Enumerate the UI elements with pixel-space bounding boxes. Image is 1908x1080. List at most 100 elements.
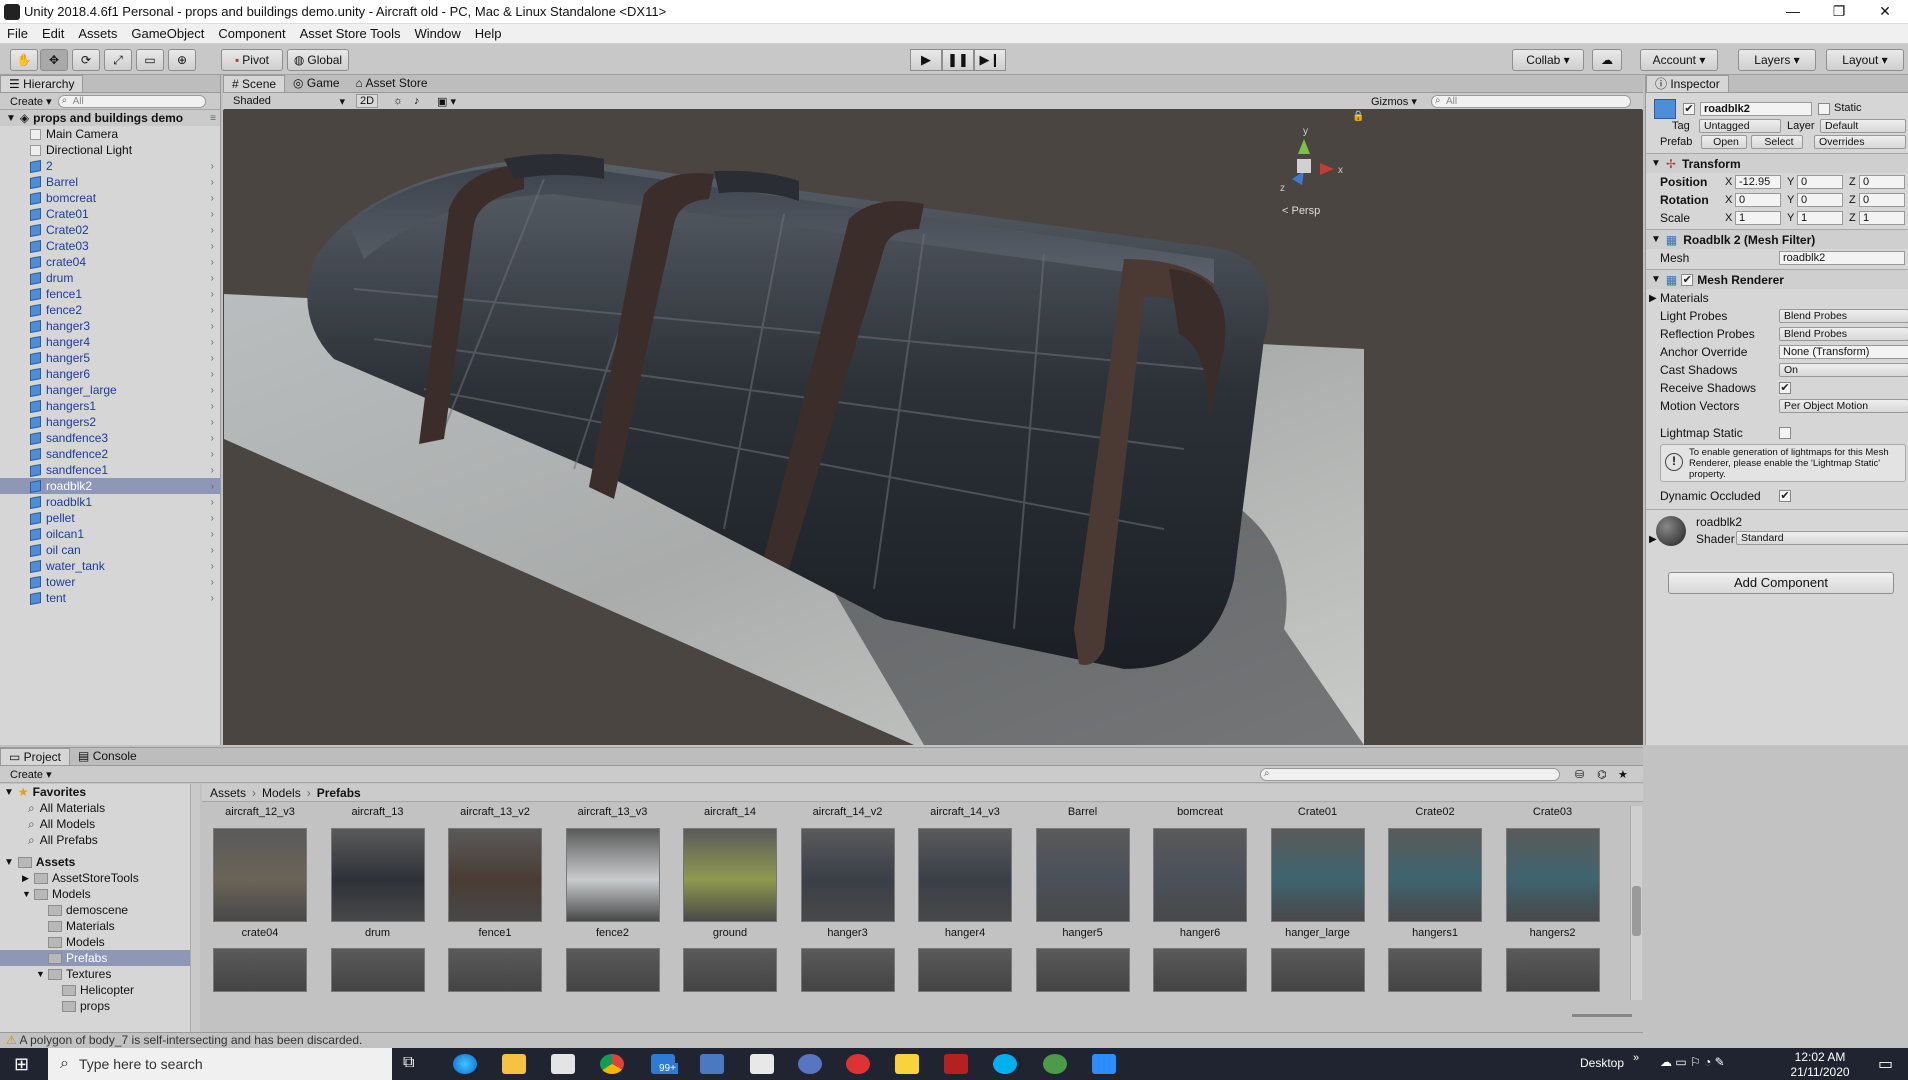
tab-hierarchy[interactable]: ☰ Hierarchy xyxy=(0,75,84,92)
hierarchy-item[interactable]: hanger5 › xyxy=(0,350,220,366)
breadcrumb-prefabs[interactable]: Prefabs xyxy=(317,786,361,800)
pause-button[interactable]: ❚❚ xyxy=(942,49,974,71)
chevron-icon[interactable]: » xyxy=(1633,1052,1639,1064)
scale-x-field[interactable]: 1 xyxy=(1735,211,1781,225)
hierarchy-item[interactable]: sandfence2 › xyxy=(0,446,220,462)
expand-arrow-icon[interactable]: ▼ xyxy=(6,113,16,124)
hierarchy-item[interactable]: hanger6 › xyxy=(0,366,220,382)
taskbar-search-box[interactable]: ⌕ Type here to search xyxy=(48,1048,392,1080)
favorite-item[interactable]: ⌕ All Models xyxy=(0,816,199,832)
open-prefab-arrow-icon[interactable]: › xyxy=(211,545,214,556)
prefab-overrides-dropdown[interactable]: Overrides xyxy=(1814,135,1906,149)
asset-label[interactable]: aircraft_14_v3 xyxy=(917,806,1013,818)
asset-tile[interactable]: hanger3 xyxy=(800,828,896,939)
collapse-arrow-icon[interactable]: ▶ xyxy=(1649,534,1657,545)
asset-tile[interactable]: drum xyxy=(330,828,426,939)
asset-thumbnail[interactable] xyxy=(330,828,425,922)
gizmos-dropdown[interactable]: Gizmos ▾ xyxy=(1371,95,1417,108)
layers-dropdown[interactable]: Layers ▾ xyxy=(1738,49,1816,71)
mesh-renderer-header[interactable]: ▼ ▦ ✔ Mesh Renderer xyxy=(1646,269,1908,289)
hierarchy-item[interactable]: sandfence3 › xyxy=(0,430,220,446)
favorites-row[interactable]: ▼ ★ Favorites xyxy=(0,784,199,800)
asset-thumbnail[interactable] xyxy=(213,828,307,922)
perspective-label[interactable]: < Persp xyxy=(1282,205,1320,217)
step-button[interactable]: ▶❙ xyxy=(974,49,1006,71)
clock-date[interactable]: 21/11/2020 xyxy=(1780,1065,1860,1079)
hierarchy-item[interactable]: oilcan1 › xyxy=(0,526,220,542)
lock-icon[interactable]: 🔒 xyxy=(1352,111,1364,122)
hierarchy-item[interactable]: fence1 › xyxy=(0,286,220,302)
asset-thumbnail[interactable] xyxy=(1035,948,1130,992)
expand-arrow-icon[interactable]: ▼ xyxy=(22,889,34,899)
tab-asset-store[interactable]: ⌂ Asset Store xyxy=(347,75,436,92)
menu-assets[interactable]: Assets xyxy=(71,26,124,41)
hierarchy-item[interactable]: hanger_large › xyxy=(0,382,220,398)
folder-tree-item[interactable]: ▼ Textures xyxy=(0,966,199,982)
open-prefab-arrow-icon[interactable]: › xyxy=(211,369,214,380)
hierarchy-item[interactable]: Crate03 › xyxy=(0,238,220,254)
open-prefab-arrow-icon[interactable]: › xyxy=(211,353,214,364)
breadcrumb-models[interactable]: Models xyxy=(262,786,301,800)
open-prefab-arrow-icon[interactable]: › xyxy=(211,209,214,220)
open-prefab-arrow-icon[interactable]: › xyxy=(211,161,214,172)
account-dropdown[interactable]: Account ▾ xyxy=(1640,49,1718,71)
open-prefab-arrow-icon[interactable]: › xyxy=(211,465,214,476)
open-prefab-arrow-icon[interactable]: › xyxy=(211,433,214,444)
unity-icon[interactable] xyxy=(750,1054,774,1074)
asset-label[interactable]: bomcreat xyxy=(1152,806,1248,818)
hierarchy-item[interactable]: fence2 › xyxy=(0,302,220,318)
open-prefab-arrow-icon[interactable]: › xyxy=(211,225,214,236)
open-prefab-arrow-icon[interactable]: › xyxy=(211,177,214,188)
cloud-icon[interactable]: ☁ xyxy=(1592,49,1622,71)
open-prefab-arrow-icon[interactable]: › xyxy=(211,193,214,204)
motion-vectors-dropdown[interactable]: Per Object Motion xyxy=(1779,399,1908,413)
asset-label[interactable]: aircraft_13_v2 xyxy=(447,806,543,818)
hierarchy-item[interactable]: Crate01 › xyxy=(0,206,220,222)
shading-mode-dropdown[interactable]: Shaded ▾ xyxy=(233,95,345,108)
tab-project[interactable]: ▭ Project xyxy=(0,748,71,765)
play-button[interactable]: ▶ xyxy=(910,49,942,71)
receive-shadows-checkbox[interactable]: ✔ xyxy=(1779,382,1791,394)
hierarchy-item[interactable]: bomcreat › xyxy=(0,190,220,206)
asset-scrollbar[interactable] xyxy=(1630,806,1642,1000)
hierarchy-item[interactable]: 2 › xyxy=(0,158,220,174)
asset-thumbnail[interactable] xyxy=(565,828,660,922)
folder-tree-item[interactable]: demoscene xyxy=(0,902,199,918)
transform-header[interactable]: ▼ ✢ Transform xyxy=(1646,153,1908,173)
menu-file[interactable]: File xyxy=(0,26,35,41)
folder-tree-item[interactable]: ▼ Models xyxy=(0,886,199,902)
folder-tree-item[interactable]: Models xyxy=(0,934,199,950)
hierarchy-item[interactable]: drum › xyxy=(0,270,220,286)
hierarchy-item[interactable]: Main Camera xyxy=(0,126,220,142)
filter-label-icon[interactable]: ⌬ xyxy=(1597,768,1607,781)
close-icon[interactable]: ✕ xyxy=(1862,0,1908,24)
hierarchy-item[interactable]: water_tank › xyxy=(0,558,220,574)
active-checkbox[interactable]: ✔ xyxy=(1683,103,1695,115)
open-prefab-arrow-icon[interactable]: › xyxy=(211,305,214,316)
tab-game[interactable]: ◎ Game xyxy=(285,75,348,92)
asset-thumbnail[interactable] xyxy=(1270,948,1365,992)
tab-console[interactable]: ▤ Console xyxy=(70,748,145,765)
mesh-field[interactable]: roadblk2 xyxy=(1779,251,1905,265)
scene-menu-icon[interactable]: ≡ xyxy=(210,113,216,124)
task-view-icon[interactable]: ⧉ xyxy=(403,1054,427,1074)
skype-icon[interactable] xyxy=(993,1054,1017,1074)
console-status-bar[interactable]: ⚠ A polygon of body_7 is self-intersecti… xyxy=(0,1032,1643,1048)
hierarchy-item[interactable]: roadblk1 › xyxy=(0,494,220,510)
open-prefab-arrow-icon[interactable]: › xyxy=(211,417,214,428)
open-prefab-arrow-icon[interactable]: › xyxy=(211,529,214,540)
hierarchy-create-button[interactable]: Create ▾ xyxy=(10,95,52,108)
hierarchy-item[interactable]: Crate02 › xyxy=(0,222,220,238)
project-search-input[interactable] xyxy=(1260,767,1560,781)
lightmap-static-checkbox[interactable] xyxy=(1779,427,1791,439)
file-explorer-icon[interactable] xyxy=(502,1054,526,1074)
filter-type-icon[interactable]: ⛁ xyxy=(1575,768,1584,781)
mesh-renderer-enabled-checkbox[interactable]: ✔ xyxy=(1681,273,1694,286)
steam-icon[interactable] xyxy=(798,1054,822,1074)
position-x-field[interactable]: -12.95 xyxy=(1735,175,1781,189)
asset-label[interactable]: Barrel xyxy=(1035,806,1131,818)
asset-label[interactable]: Crate03 xyxy=(1505,806,1601,818)
scene-search-input[interactable]: All xyxy=(1431,94,1631,108)
sticky-notes-icon[interactable] xyxy=(895,1054,919,1074)
asset-tile[interactable]: fence1 xyxy=(447,828,543,939)
